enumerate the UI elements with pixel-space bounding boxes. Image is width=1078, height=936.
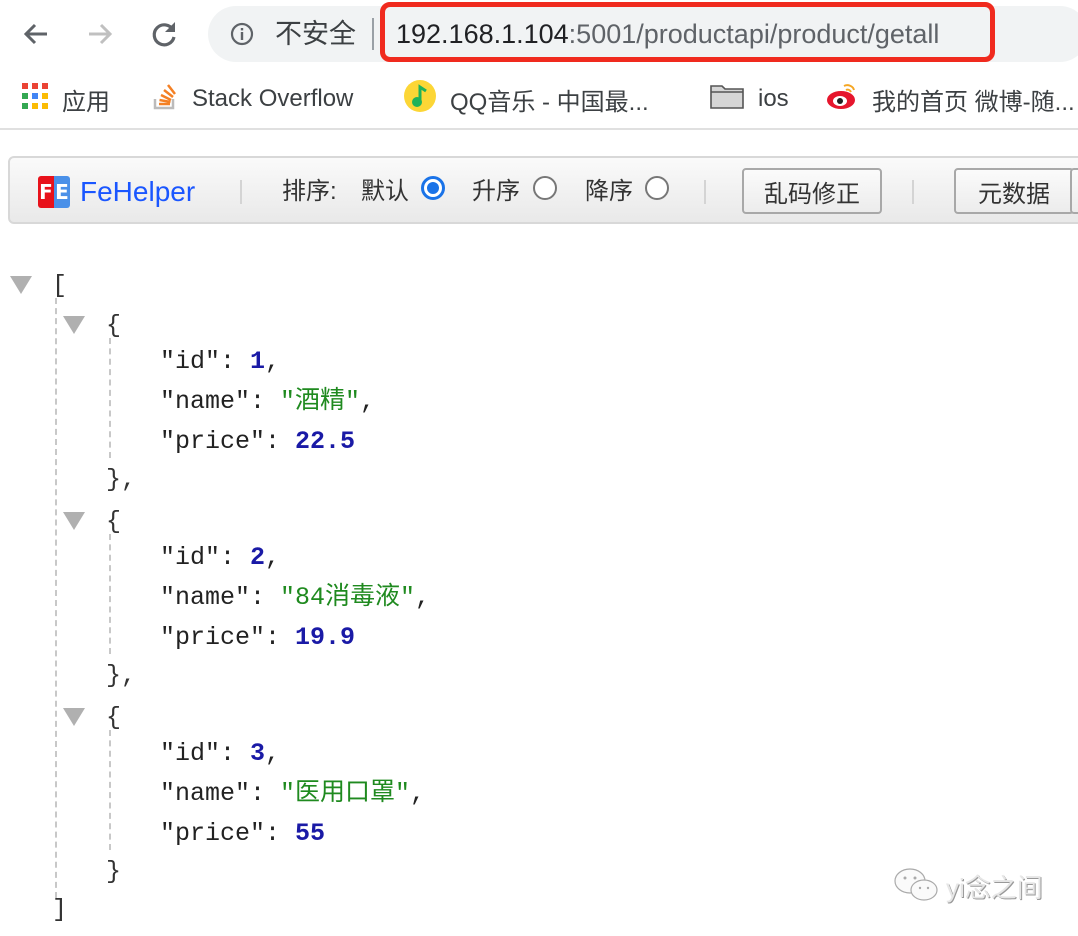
sort-ascending-radio[interactable] bbox=[533, 176, 557, 200]
bookmark-weibo[interactable]: 我的首页 微博-随... bbox=[826, 82, 1075, 116]
object-close-brace: }, bbox=[106, 661, 137, 690]
stackoverflow-icon bbox=[152, 82, 178, 117]
json-row-id: "id": 2, bbox=[160, 543, 281, 572]
fehelper-logo[interactable]: F E FeHelper bbox=[38, 176, 195, 208]
folder-icon bbox=[710, 83, 744, 116]
bookmark-ios-folder[interactable]: ios bbox=[710, 82, 789, 116]
bookmark-stackoverflow[interactable]: Stack Overflow bbox=[152, 82, 353, 116]
watermark-text: yi念之间 bbox=[946, 872, 1043, 903]
info-icon[interactable] bbox=[230, 22, 254, 46]
sort-ascending-label: 升序 bbox=[472, 178, 520, 205]
reload-icon bbox=[152, 22, 176, 47]
json-row-price: "price": 22.5 bbox=[160, 427, 356, 456]
object-close-brace: }, bbox=[106, 465, 137, 494]
sort-default-label: 默认 bbox=[361, 178, 409, 205]
back-arrow-icon bbox=[23, 23, 47, 45]
json-row-price: "price": 19.9 bbox=[160, 623, 356, 652]
bookmark-label: 我的首页 微博-随... bbox=[872, 88, 1075, 116]
back-button[interactable] bbox=[16, 14, 56, 54]
browser-toolbar: 不安全 192.168.1.104:5001/productapi/produc… bbox=[0, 0, 1078, 68]
json-row-name: "name": "84消毒液", bbox=[160, 583, 431, 612]
bookmark-label: ios bbox=[758, 85, 789, 112]
indent-guide bbox=[109, 338, 111, 458]
sort-descending-radio[interactable] bbox=[645, 176, 669, 200]
sort-default-radio[interactable] bbox=[421, 176, 445, 200]
toolbar-divider bbox=[240, 180, 242, 204]
url-path: :5001/productapi/product/getall bbox=[568, 19, 940, 49]
bookmarks-bar: 应用 Stack Overflow QQ音乐 - 中国最... ios 我的首页… bbox=[0, 70, 1078, 130]
sort-label: 排序: bbox=[282, 178, 337, 205]
json-row-id: "id": 1, bbox=[160, 347, 281, 376]
metadata-button[interactable]: 元数据 bbox=[954, 168, 1074, 214]
security-label[interactable]: 不安全 bbox=[275, 16, 356, 52]
indent-guide bbox=[109, 534, 111, 654]
bookmark-label: QQ音乐 - 中国最... bbox=[450, 88, 649, 116]
collapse-array-toggle-icon[interactable] bbox=[10, 276, 32, 294]
url-host: 192.168.1.104 bbox=[396, 19, 569, 49]
json-row-price: "price": 55 bbox=[160, 819, 326, 848]
qq-music-icon bbox=[404, 79, 436, 119]
forward-button[interactable] bbox=[80, 14, 120, 54]
bookmark-qqmusic[interactable]: QQ音乐 - 中国最... bbox=[404, 79, 649, 119]
indent-guide bbox=[109, 730, 111, 850]
collapse-object-toggle-icon[interactable] bbox=[63, 512, 85, 530]
toolbar-next-button[interactable] bbox=[1070, 168, 1078, 214]
forward-arrow-icon bbox=[89, 23, 113, 45]
bookmark-label: Stack Overflow bbox=[192, 85, 354, 112]
bookmark-label: 应用 bbox=[62, 88, 110, 116]
collapse-object-toggle-icon[interactable] bbox=[63, 316, 85, 334]
sort-descending-label: 降序 bbox=[585, 178, 633, 205]
weibo-icon bbox=[826, 82, 858, 117]
url-separator bbox=[372, 18, 374, 50]
watermark: yi念之间 bbox=[892, 866, 1043, 906]
bookmark-apps[interactable]: 应用 bbox=[22, 82, 110, 116]
indent-guide bbox=[55, 298, 57, 898]
wechat-icon bbox=[894, 868, 938, 901]
array-open-bracket: [ bbox=[52, 271, 68, 300]
json-row-id: "id": 3, bbox=[160, 739, 281, 768]
toolbar-divider bbox=[912, 180, 914, 204]
json-row-name: "name": "酒精", bbox=[160, 387, 376, 416]
collapse-object-toggle-icon[interactable] bbox=[63, 708, 85, 726]
apps-grid-icon bbox=[22, 82, 48, 116]
array-close-bracket: ] bbox=[52, 895, 68, 924]
fehelper-name: FeHelper bbox=[80, 176, 196, 207]
json-row-name: "name": "医用口罩", bbox=[160, 779, 426, 808]
fix-encoding-button[interactable]: 乱码修正 bbox=[742, 168, 882, 214]
toolbar-divider bbox=[704, 180, 706, 204]
url-text[interactable]: 192.168.1.104:5001/productapi/product/ge… bbox=[396, 16, 939, 52]
fehelper-badge-icon: F E bbox=[38, 176, 70, 208]
object-close-brace: } bbox=[106, 857, 122, 886]
reload-button[interactable] bbox=[144, 14, 184, 54]
